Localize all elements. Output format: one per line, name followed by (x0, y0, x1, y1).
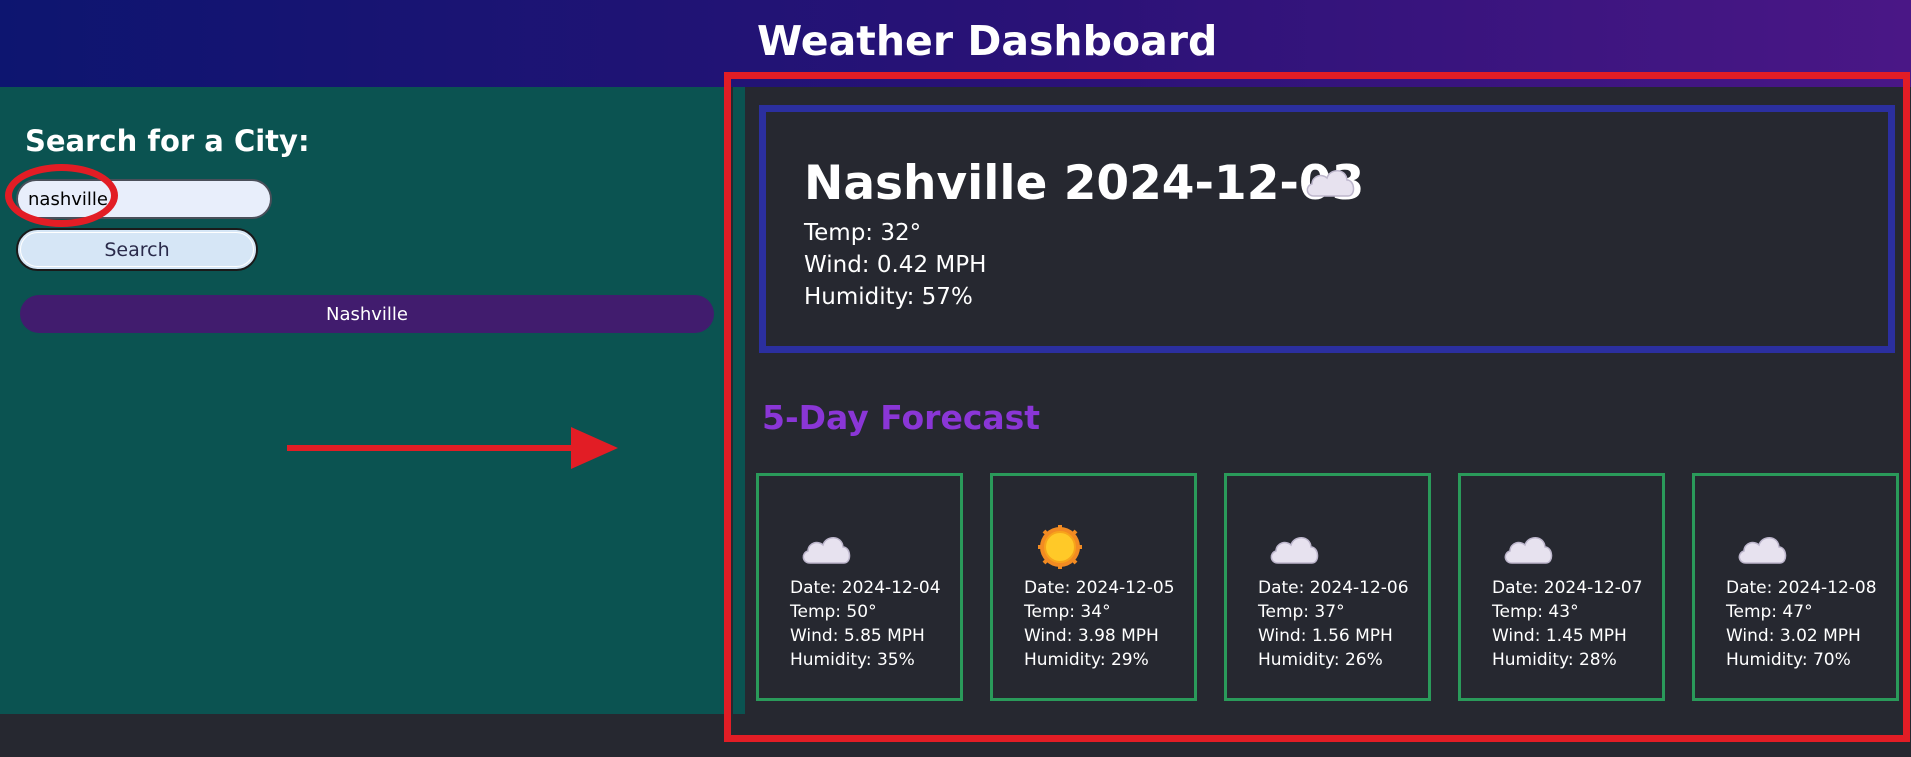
search-button[interactable]: Search (16, 228, 258, 271)
annotation-arrow-icon (287, 427, 618, 469)
search-heading: Search for a City: (25, 124, 310, 158)
history-item-nashville[interactable]: Nashville (20, 295, 714, 333)
annotation-circle (5, 164, 118, 227)
page-title: Weather Dashboard (757, 17, 1218, 65)
annotation-highlight-box (724, 72, 1910, 742)
